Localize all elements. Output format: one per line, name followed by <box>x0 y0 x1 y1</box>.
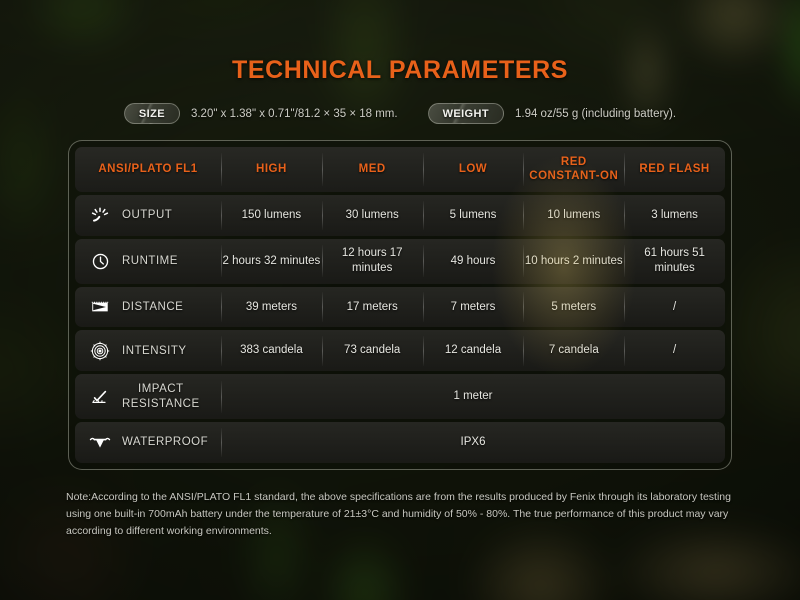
table-row: INTENSITY 383 candela 73 candela 12 cand… <box>75 330 725 371</box>
cell-distance-med: 17 meters <box>322 287 423 328</box>
table-header-row: ANSI/PLATO FL1 HIGH MED LOW RED CONSTANT… <box>75 147 725 192</box>
weight-pill-label: WEIGHT <box>428 103 504 124</box>
header-red-constant-on: RED CONSTANT-ON <box>523 147 624 192</box>
page-title: TECHNICAL PARAMETERS <box>0 56 800 85</box>
footnote: Note:According to the ANSI/PLATO FL1 sta… <box>66 489 738 540</box>
cell-intensity-red-constant: 7 candela <box>523 330 624 371</box>
clock-icon <box>89 250 111 272</box>
intensity-target-icon <box>89 340 111 362</box>
cell-impact-resistance-value: 1 meter <box>221 374 725 419</box>
row-label-output: OUTPUT <box>75 195 221 236</box>
light-output-icon <box>89 204 111 226</box>
cell-output-red-flash: 3 lumens <box>624 195 725 236</box>
size-value: 3.20" x 1.38" x 0.71"/81.2 × 35 × 18 mm. <box>191 108 398 120</box>
cell-distance-low: 7 meters <box>423 287 524 328</box>
row-label-distance: DISTANCE <box>75 287 221 328</box>
cell-output-red-constant: 10 lumens <box>523 195 624 236</box>
header-high: HIGH <box>221 147 322 192</box>
size-pill-label: SIZE <box>124 103 180 124</box>
spec-size: SIZE 3.20" x 1.38" x 0.71"/81.2 × 35 × 1… <box>124 103 398 124</box>
cell-output-high: 150 lumens <box>221 195 322 236</box>
cell-distance-red-constant: 5 meters <box>523 287 624 328</box>
table-row: RUNTIME 2 hours 32 minutes 12 hours 17 m… <box>75 239 725 284</box>
cell-distance-red-flash: / <box>624 287 725 328</box>
cell-intensity-red-flash: / <box>624 330 725 371</box>
impact-resistance-icon <box>89 386 111 408</box>
beam-distance-icon <box>89 296 111 318</box>
cell-output-low: 5 lumens <box>423 195 524 236</box>
cell-runtime-high: 2 hours 32 minutes <box>221 239 322 284</box>
cell-intensity-med: 73 candela <box>322 330 423 371</box>
table-row: DISTANCE 39 meters 17 meters 7 meters 5 … <box>75 287 725 328</box>
spec-weight: WEIGHT 1.94 oz/55 g (including battery). <box>428 103 677 124</box>
row-label-runtime: RUNTIME <box>75 239 221 284</box>
row-label-intensity: INTENSITY <box>75 330 221 371</box>
specs-table: ANSI/PLATO FL1 HIGH MED LOW RED CONSTANT… <box>68 140 732 470</box>
cell-distance-high: 39 meters <box>221 287 322 328</box>
header-standard: ANSI/PLATO FL1 <box>75 147 221 192</box>
spec-strip: SIZE 3.20" x 1.38" x 0.71"/81.2 × 35 × 1… <box>0 103 800 124</box>
waterproof-icon <box>89 432 111 454</box>
cell-intensity-high: 383 candela <box>221 330 322 371</box>
cell-waterproof-value: IPX6 <box>221 422 725 463</box>
header-med: MED <box>322 147 423 192</box>
table-row: WATERPROOF IPX6 <box>75 422 725 463</box>
cell-runtime-med: 12 hours 17 minutes <box>322 239 423 284</box>
row-label-impact-resistance: IMPACT RESISTANCE <box>75 374 221 419</box>
table-row: OUTPUT 150 lumens 30 lumens 5 lumens 10 … <box>75 195 725 236</box>
weight-value: 1.94 oz/55 g (including battery). <box>515 108 676 120</box>
cell-runtime-red-flash: 61 hours 51 minutes <box>624 239 725 284</box>
cell-runtime-low: 49 hours <box>423 239 524 284</box>
row-label-waterproof: WATERPROOF <box>75 422 221 463</box>
cell-intensity-low: 12 candela <box>423 330 524 371</box>
table-row: IMPACT RESISTANCE 1 meter <box>75 374 725 419</box>
header-low: LOW <box>423 147 524 192</box>
cell-output-med: 30 lumens <box>322 195 423 236</box>
header-red-flash: RED FLASH <box>624 147 725 192</box>
cell-runtime-red-constant: 10 hours 2 minutes <box>523 239 624 284</box>
tech-parameters-page: TECHNICAL PARAMETERS SIZE 3.20" x 1.38" … <box>0 0 800 600</box>
